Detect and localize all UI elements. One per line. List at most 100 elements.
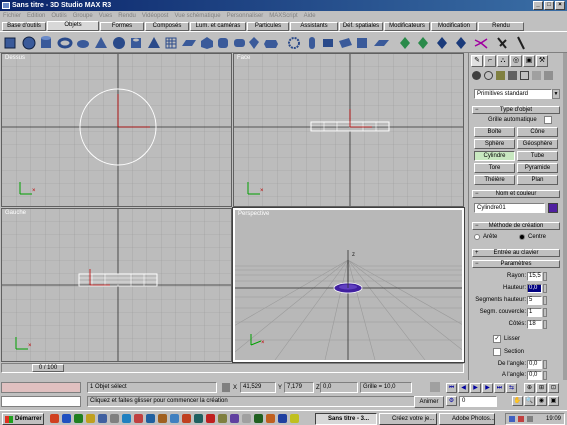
capsule-icon[interactable] — [309, 37, 315, 49]
torus-button[interactable]: Tore — [474, 163, 515, 173]
wrench-icon[interactable] — [497, 37, 507, 49]
sphere-icon[interactable] — [22, 36, 36, 50]
snap-icon[interactable] — [430, 382, 440, 392]
box-button[interactable]: Boîte — [474, 127, 515, 137]
prism-icon[interactable] — [374, 40, 389, 46]
creation-method-rollout[interactable]: − Méthode de création — [472, 222, 560, 230]
hedra-icon[interactable] — [201, 37, 213, 49]
go-start-icon[interactable]: ⏮ — [446, 383, 457, 393]
zoom-icon[interactable]: 🔍 — [524, 396, 535, 406]
tube-icon[interactable] — [131, 38, 141, 48]
menu-maxscript[interactable]: MAXScript — [266, 11, 300, 21]
snapshot-icon[interactable] — [456, 37, 466, 49]
quicklaunch-icon[interactable] — [254, 414, 263, 423]
menu-customize[interactable]: Personnaliser — [224, 11, 267, 21]
height-segments-field[interactable]: 5 — [527, 296, 542, 305]
menu-edit[interactable]: Edition — [24, 11, 48, 21]
height-spinner[interactable] — [543, 284, 547, 293]
object-color-swatch[interactable] — [548, 203, 558, 213]
tab-objects[interactable]: Objets — [47, 21, 99, 31]
radius-spinner[interactable] — [543, 272, 547, 281]
maximize-button[interactable]: □ — [544, 1, 554, 10]
quicklaunch-icon[interactable] — [98, 414, 107, 423]
radio-center[interactable] — [519, 234, 525, 240]
animate-button[interactable]: Animer — [414, 396, 444, 408]
zoom-extents-icon[interactable]: ⊞ — [536, 383, 547, 393]
tray-icon[interactable] — [509, 416, 515, 422]
torus-icon[interactable] — [57, 37, 73, 49]
task-browser[interactable]: Créez votre je... — [379, 413, 437, 425]
quicklaunch-icon[interactable] — [62, 414, 71, 423]
viewport-left[interactable]: Gauche × — [1, 208, 232, 362]
grid-icon[interactable] — [165, 37, 177, 49]
prev-frame-icon[interactable]: ◀ — [458, 383, 469, 393]
tab-lights[interactable]: Lum. et caméras — [190, 22, 246, 31]
quicklaunch-icon[interactable] — [110, 414, 119, 423]
sides-spinner[interactable] — [543, 320, 547, 329]
viewport-top[interactable]: Dessus × — [1, 53, 232, 207]
box-icon[interactable] — [4, 37, 16, 49]
quicklaunch-icon[interactable] — [218, 414, 227, 423]
tray-icon[interactable] — [518, 416, 524, 422]
next-frame-icon[interactable]: ▶ — [482, 383, 493, 393]
minimize-button[interactable]: _ — [533, 1, 543, 10]
maxscript-input[interactable] — [1, 396, 81, 407]
quicklaunch-icon[interactable] — [122, 414, 131, 423]
plane-button[interactable]: Plan — [517, 175, 558, 185]
keyboard-entry-rollout[interactable]: + Entrée au clavier — [472, 249, 560, 257]
time-slider-thumb[interactable]: 0 / 100 — [32, 364, 64, 372]
quicklaunch-icon[interactable] — [50, 414, 59, 423]
tab-render[interactable]: Rendu — [478, 22, 524, 31]
oiltank-icon[interactable] — [234, 39, 245, 47]
start-button[interactable]: Démarrer — [2, 413, 44, 425]
panel-scrollbar[interactable] — [563, 53, 567, 380]
pencil-icon[interactable] — [517, 36, 525, 50]
hierarchy-tab-icon[interactable]: ⛬ — [497, 55, 509, 67]
display-tab-icon[interactable]: ▣ — [523, 55, 535, 67]
zoom-region-icon[interactable]: ⊡ — [548, 383, 559, 393]
modify-tab-icon[interactable]: ⌐ — [484, 55, 496, 67]
spindle-icon[interactable] — [249, 37, 259, 49]
parameters-rollout[interactable]: − Paramètres — [472, 260, 560, 268]
utilities-tab-icon[interactable]: ⚒ — [536, 55, 548, 67]
key-mode-icon[interactable]: ⇆ — [506, 383, 517, 393]
quicklaunch-icon[interactable] — [74, 414, 83, 423]
quicklaunch-icon[interactable] — [278, 414, 287, 423]
quicklaunch-icon[interactable] — [146, 414, 155, 423]
quicklaunch-icon[interactable] — [266, 414, 275, 423]
tab-shapes[interactable]: Formes — [100, 22, 144, 31]
shapes-icon[interactable] — [484, 71, 493, 80]
cap-segments-spinner[interactable] — [543, 308, 547, 317]
quicklaunch-icon[interactable] — [182, 414, 191, 423]
category-dropdown[interactable]: Primitives standard — [474, 89, 552, 99]
chamferbox-icon[interactable] — [218, 38, 228, 48]
viewport-front[interactable]: Face × — [233, 53, 464, 207]
helpers-icon[interactable] — [520, 71, 529, 80]
maximize-viewport-icon[interactable]: ▣ — [548, 396, 559, 406]
create-tab-icon[interactable]: ✎ — [471, 55, 483, 67]
task-photoshop[interactable]: Adobe Photos... — [439, 413, 495, 425]
object-name-field[interactable]: Cylindre01 — [474, 203, 545, 213]
smooth-checkbox[interactable]: ✓ — [493, 335, 501, 343]
geosphere-button[interactable]: Géosphère — [517, 139, 558, 149]
tab-modifiers[interactable]: Modificateurs — [384, 22, 430, 31]
zoom-all-icon[interactable]: ⊕ — [524, 383, 535, 393]
menu-schematic[interactable]: Vue schématique — [171, 11, 223, 21]
quicklaunch-icon[interactable] — [230, 414, 239, 423]
tab-modify[interactable]: Modification — [431, 22, 477, 31]
menu-views[interactable]: Vues — [96, 11, 115, 21]
cameras-icon[interactable] — [508, 71, 517, 80]
menu-tools[interactable]: Outils — [48, 11, 69, 21]
teapot-icon[interactable] — [77, 40, 89, 48]
gear-icon[interactable] — [288, 37, 300, 49]
geometry-icon[interactable] — [472, 71, 481, 80]
time-slider-track[interactable]: 0 / 100 — [1, 363, 464, 373]
quicklaunch-icon[interactable] — [86, 414, 95, 423]
systems-icon[interactable] — [544, 71, 553, 80]
arc-rotate-icon[interactable]: ◉ — [536, 396, 547, 406]
pyramid-button[interactable]: Pyramide — [517, 163, 558, 173]
slice-checkbox[interactable] — [493, 348, 501, 356]
speaker-icon[interactable] — [527, 416, 533, 422]
quicklaunch-icon[interactable] — [170, 414, 179, 423]
name-color-rollout[interactable]: − Nom et couleur — [472, 190, 560, 198]
